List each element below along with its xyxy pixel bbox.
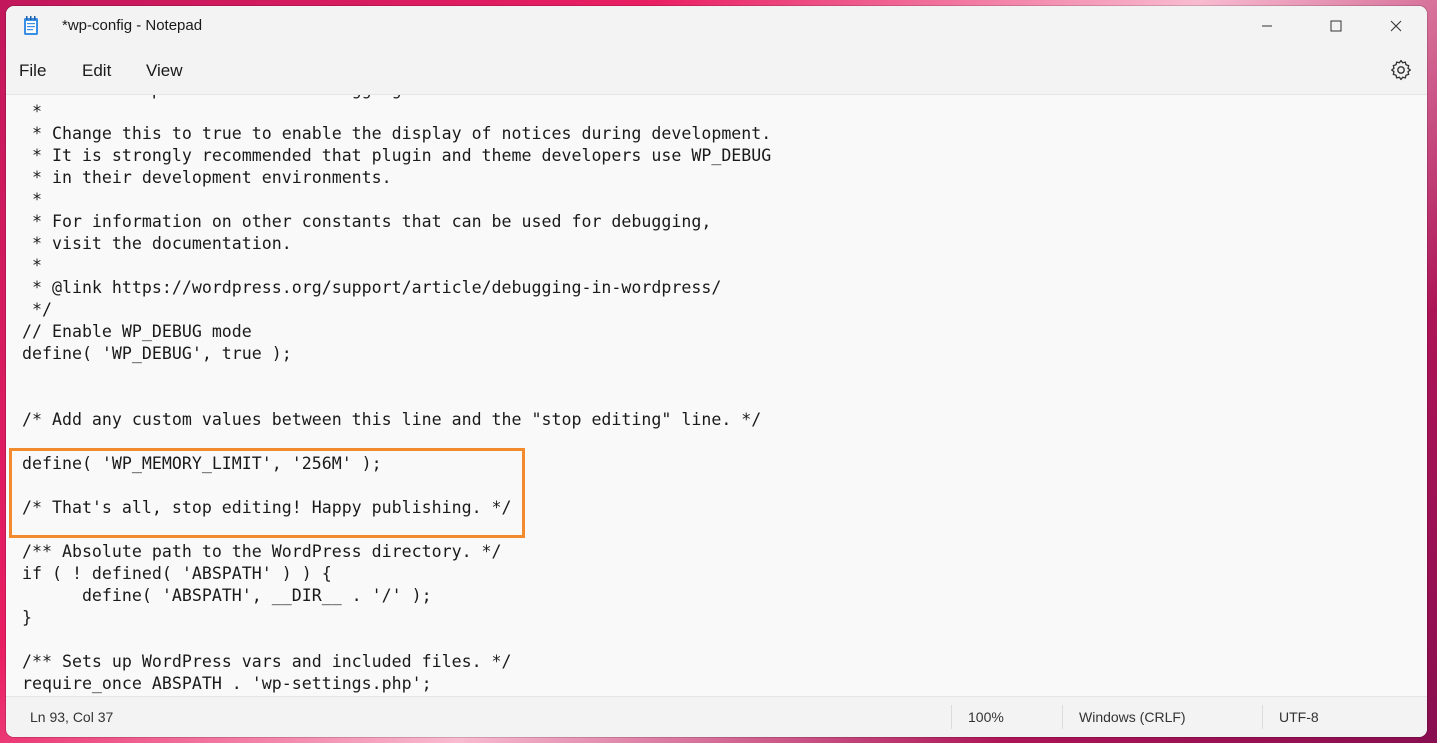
menu-file[interactable]: File — [19, 61, 46, 81]
code-line: * — [22, 190, 42, 209]
maximize-icon — [1330, 20, 1342, 32]
code-line: * For developers: WordPress debugging mo… — [22, 95, 462, 99]
highlight-annotation — [9, 448, 525, 538]
code-line: * @link https://wordpress.org/support/ar… — [22, 278, 722, 297]
status-bar: Ln 93, Col 37 100% Windows (CRLF) UTF-8 — [6, 696, 1427, 737]
title-bar[interactable]: *wp-config - Notepad — [6, 6, 1427, 46]
code-line: * — [22, 102, 42, 121]
code-line: define( 'WP_DEBUG', true ); — [22, 344, 292, 363]
status-line-ending[interactable]: Windows (CRLF) — [1079, 709, 1186, 725]
maximize-button[interactable] — [1313, 6, 1359, 46]
code-line: * visit the documentation. — [22, 234, 292, 253]
code-line: * — [22, 256, 42, 275]
status-divider — [1062, 705, 1063, 729]
gear-icon[interactable] — [1389, 58, 1413, 82]
notepad-window: *wp-config - Notepad File Edit View * Fo… — [6, 6, 1427, 737]
menu-edit[interactable]: Edit — [82, 61, 111, 81]
code-line: * in their development environments. — [22, 168, 392, 187]
code-line: if ( ! defined( 'ABSPATH' ) ) { — [22, 564, 332, 583]
code-line: /** Absolute path to the WordPress direc… — [22, 542, 502, 561]
notepad-icon — [24, 16, 38, 35]
status-zoom[interactable]: 100% — [968, 709, 1004, 725]
minimize-icon — [1262, 25, 1272, 27]
status-divider — [1262, 705, 1263, 729]
status-divider — [951, 705, 952, 729]
code-line: define( 'ABSPATH', __DIR__ . '/' ); — [22, 586, 432, 605]
window-title: *wp-config - Notepad — [62, 17, 203, 34]
code-line: // Enable WP_DEBUG mode — [22, 322, 252, 341]
minimize-button[interactable] — [1244, 6, 1290, 46]
code-line: /* Add any custom values between this li… — [22, 410, 762, 429]
menu-bar: File Edit View — [6, 46, 1427, 95]
close-button[interactable] — [1373, 6, 1419, 46]
code-line: } — [22, 608, 32, 627]
code-line: * For information on other constants tha… — [22, 212, 712, 231]
editor-content[interactable]: * For developers: WordPress debugging mo… — [22, 95, 771, 695]
code-line: */ — [22, 300, 52, 319]
code-line: require_once ABSPATH . 'wp-settings.php'… — [22, 674, 432, 693]
status-cursor-position: Ln 93, Col 37 — [30, 709, 114, 725]
code-line: * It is strongly recommended that plugin… — [22, 146, 772, 165]
code-line: /** Sets up WordPress vars and included … — [22, 652, 512, 671]
status-encoding[interactable]: UTF-8 — [1279, 709, 1319, 725]
text-editor[interactable]: * For developers: WordPress debugging mo… — [6, 95, 1427, 697]
code-line: * Change this to true to enable the disp… — [22, 124, 772, 143]
close-icon — [1390, 20, 1402, 32]
menu-view[interactable]: View — [146, 61, 183, 81]
